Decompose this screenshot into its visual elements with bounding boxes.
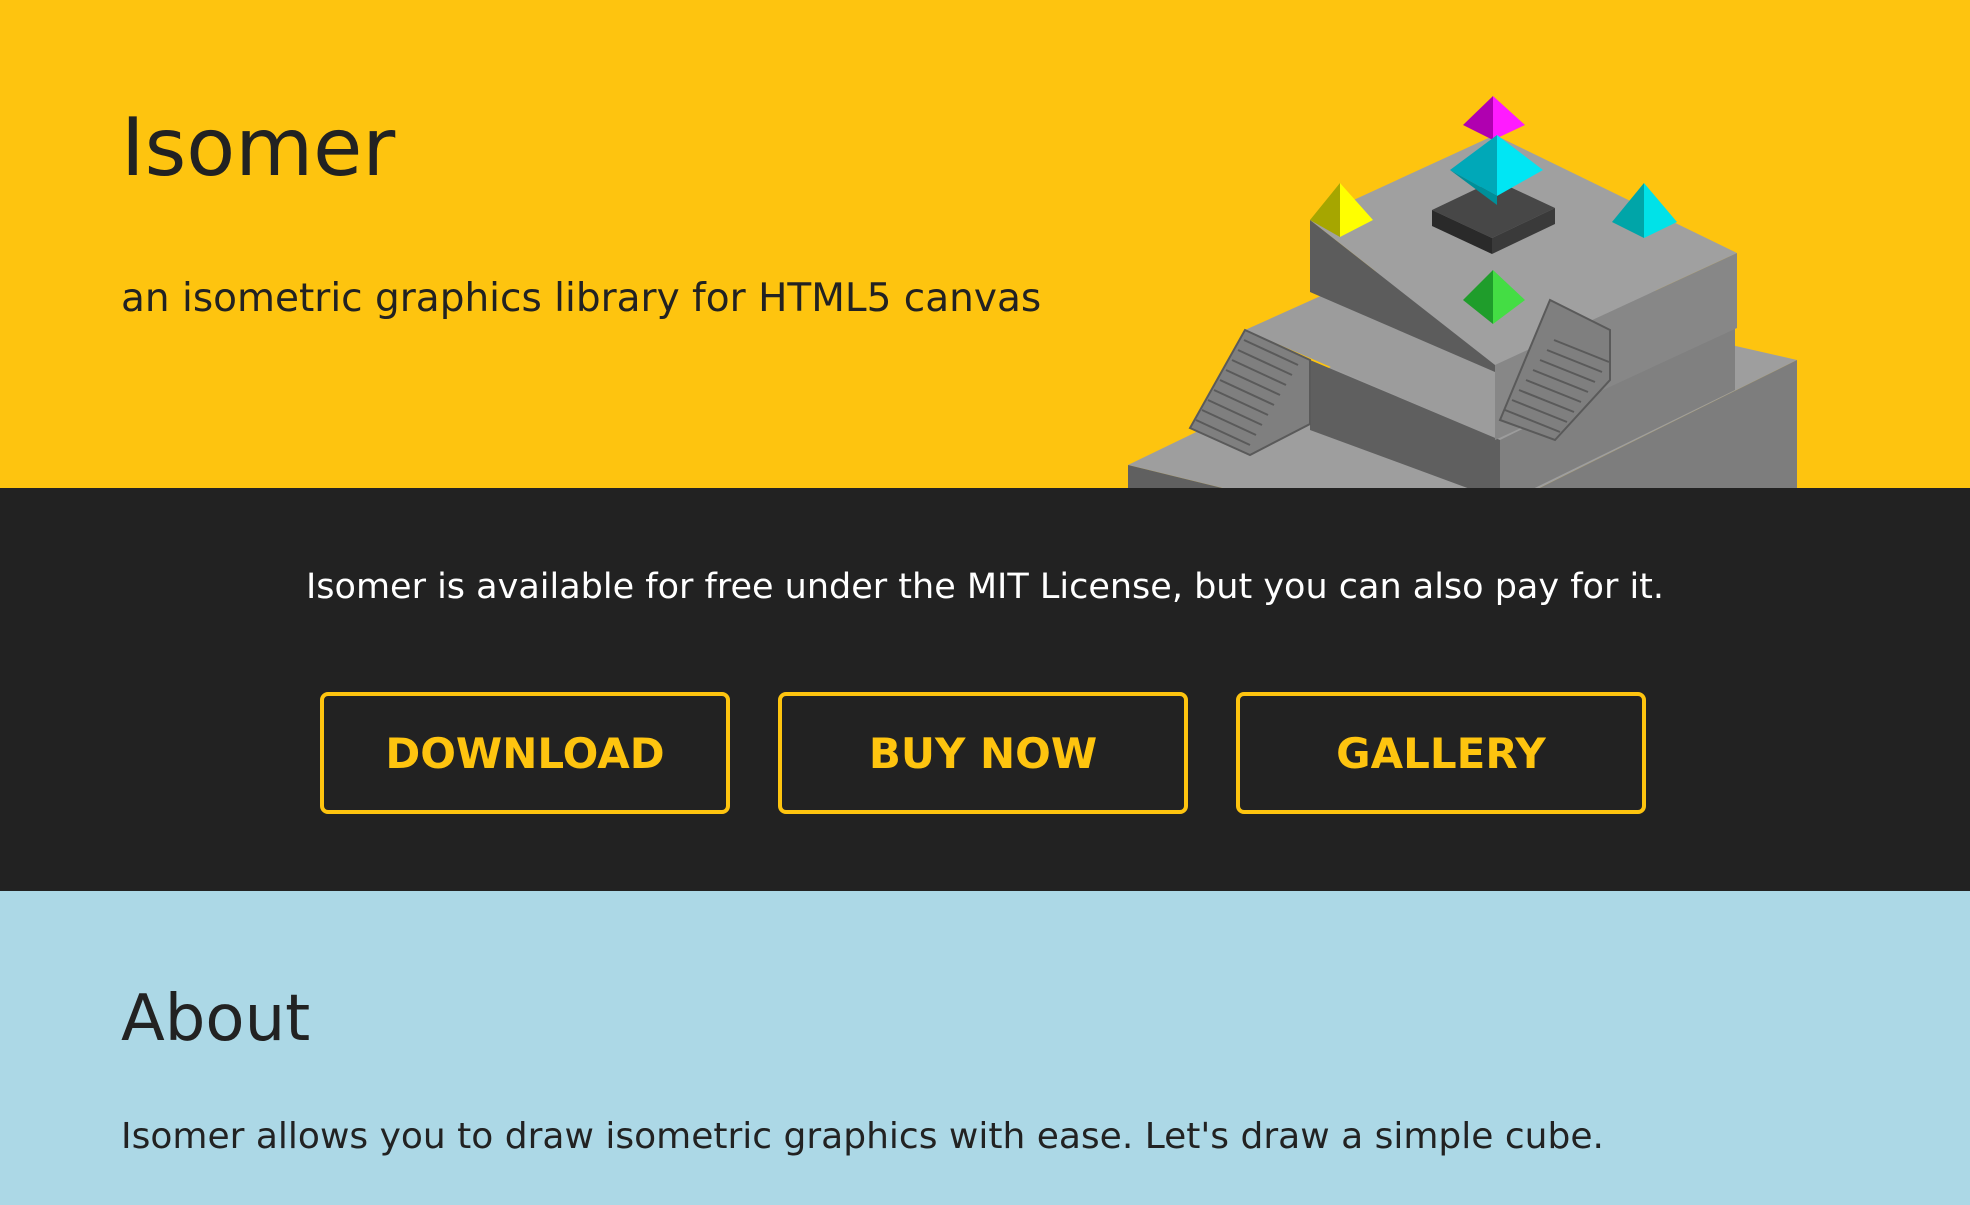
about-paragraph: Isomer allows you to draw isometric grap… (121, 1116, 1604, 1157)
license-band (0, 488, 1970, 891)
license-text: Isomer is available for free under the M… (305, 567, 1665, 607)
gallery-button[interactable]: GALLERY (1236, 692, 1646, 814)
page-subtitle: an isometric graphics library for HTML5 … (121, 276, 1042, 321)
download-button[interactable]: DOWNLOAD (320, 692, 730, 814)
magenta-pyramid-right (1493, 96, 1525, 140)
about-heading: About (121, 982, 311, 1056)
isometric-temple-illustration (1128, 96, 1797, 488)
hero-section: Isomer an isometric graphics library for… (0, 0, 1970, 488)
page-title: Isomer (121, 101, 396, 194)
buy-now-button[interactable]: BUY NOW (778, 692, 1188, 814)
magenta-pyramid-left (1463, 96, 1493, 140)
